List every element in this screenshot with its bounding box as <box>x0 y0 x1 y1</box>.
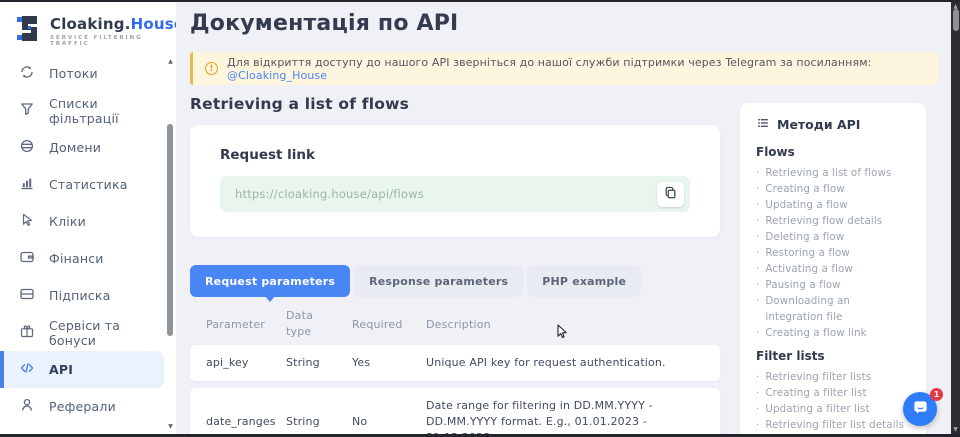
column-header-required: Required <box>352 318 426 331</box>
copy-icon <box>663 185 678 203</box>
sidebar-item-statistics[interactable]: Статистика <box>0 166 164 203</box>
sidebar-item-api[interactable]: API <box>0 351 164 388</box>
method-link[interactable]: ·Creating a flow <box>756 181 910 197</box>
column-header-data-type: Data type <box>286 308 320 341</box>
method-link[interactable]: ·Retrieving filter list details <box>756 417 910 433</box>
param-data-type: String <box>286 404 352 434</box>
sidebar-scrollbar[interactable]: ▲ ▼ <box>166 58 175 430</box>
main-content: Документація по API ! Для відкриття дост… <box>176 2 951 434</box>
chat-notification-badge: 1 <box>930 388 943 401</box>
info-icon: ! <box>205 62 218 75</box>
param-required: Yes <box>352 345 426 381</box>
sidebar-item-subscription[interactable]: Підписка <box>0 277 164 314</box>
param-description: Unique API key for request authenticatio… <box>426 345 704 381</box>
method-link[interactable]: ·Creating a filter list <box>756 385 910 401</box>
sidebar-item-label: Фінанси <box>49 251 104 266</box>
sidebar: Cloaking.House SERVICE FILTERING TRAFFIC… <box>0 2 176 434</box>
sidebar-item-flows[interactable]: Потоки <box>0 55 164 92</box>
sidebar-menu: Потоки Списки фільтрації Домени Статисти… <box>0 55 164 425</box>
param-required: No <box>352 404 426 434</box>
scroll-down-icon[interactable]: ▼ <box>951 426 960 433</box>
sidebar-item-filter-lists[interactable]: Списки фільтрації <box>0 92 164 129</box>
method-link[interactable]: ·Deleting a filter list <box>756 433 910 434</box>
tab-response-parameters[interactable]: Response parameters <box>354 265 523 297</box>
sidebar-item-label: Сервіси та бонуси <box>49 318 164 348</box>
card-icon <box>19 286 35 306</box>
cursor-icon <box>19 212 35 232</box>
method-link[interactable]: ·Updating a filter list <box>756 401 910 417</box>
column-header-description: Description <box>426 318 704 331</box>
sidebar-item-label: API <box>49 362 73 377</box>
table-header: Parameter Data type Required Description <box>190 303 720 345</box>
column-header-parameter: Parameter <box>206 318 286 331</box>
funnel-icon <box>19 101 35 121</box>
sidebar-item-label: Кліки <box>49 214 86 229</box>
sidebar-item-label: Реферали <box>49 399 116 414</box>
table-row: date_ranges String No Date range for fil… <box>190 388 720 434</box>
sidebar-item-finances[interactable]: Фінанси <box>0 240 164 277</box>
method-link[interactable]: ·Retrieving flow details <box>756 213 910 229</box>
globe-icon <box>19 138 35 158</box>
tab-request-parameters[interactable]: Request parameters <box>190 265 350 297</box>
list-icon <box>756 116 770 133</box>
logo[interactable]: Cloaking.House SERVICE FILTERING TRAFFIC <box>0 2 176 57</box>
api-access-notice: ! Для відкриття доступу до нашого API зв… <box>190 52 938 85</box>
table-row: api_key String Yes Unique API key for re… <box>190 345 720 381</box>
doc-tabs: Request parameters Response parameters P… <box>190 265 720 297</box>
doc-left-column: Request link https://cloaking.house/api/… <box>190 125 720 434</box>
sidebar-item-referrals[interactable]: Реферали <box>0 388 164 425</box>
cloaking-house-logo-icon <box>16 15 41 46</box>
param-name: api_key <box>206 345 286 381</box>
param-name: date_ranges <box>206 404 286 434</box>
copy-url-button[interactable] <box>657 182 684 207</box>
page-scrollbar[interactable]: ▲ ▼ <box>951 2 960 434</box>
bar-chart-icon <box>19 175 35 195</box>
method-link[interactable]: ·Downloading an integration file <box>756 293 910 325</box>
chat-bubble-icon <box>912 399 929 419</box>
scroll-down-icon[interactable]: ▼ <box>166 423 175 430</box>
request-link-card: Request link https://cloaking.house/api/… <box>190 125 720 237</box>
scroll-up-icon[interactable]: ▲ <box>166 58 175 65</box>
method-link[interactable]: ·Retrieving filter lists <box>756 369 910 385</box>
request-url-box: https://cloaking.house/api/flows <box>220 176 690 212</box>
method-link[interactable]: ·Creating a flow link <box>756 325 910 341</box>
sidebar-item-domains[interactable]: Домени <box>0 129 164 166</box>
methods-panel-title: Методи API <box>756 116 910 133</box>
method-link[interactable]: ·Deleting a flow <box>756 229 910 245</box>
param-description: Date range for filtering in DD.MM.YYYY -… <box>426 388 704 434</box>
param-data-type: String <box>286 345 352 381</box>
page-scrollbar-thumb[interactable] <box>953 9 959 31</box>
code-icon <box>19 360 35 380</box>
telegram-link[interactable]: @Cloaking_House <box>227 69 327 82</box>
method-link[interactable]: ·Updating a flow <box>756 197 910 213</box>
brand-name: Cloaking.House <box>50 15 184 33</box>
method-link[interactable]: ·Pausing a flow <box>756 277 910 293</box>
method-link[interactable]: ·Activating a flow <box>756 261 910 277</box>
gift-icon <box>19 323 35 343</box>
notice-text: Для відкриття доступу до нашого API звер… <box>227 56 926 82</box>
sidebar-item-label: Підписка <box>49 288 111 303</box>
api-methods-panel: Методи API Flows ·Retrieving a list of f… <box>740 103 926 434</box>
sidebar-scrollbar-thumb[interactable] <box>167 124 173 336</box>
method-link[interactable]: ·Restoring a flow <box>756 245 910 261</box>
page-title: Документація по API <box>190 11 938 36</box>
person-icon <box>19 397 35 417</box>
method-link[interactable]: ·Retrieving a list of flows <box>756 165 910 181</box>
wallet-icon <box>19 249 35 269</box>
sidebar-item-label: Домени <box>49 140 101 155</box>
request-url: https://cloaking.house/api/flows <box>235 187 657 201</box>
sidebar-item-label: Списки фільтрації <box>49 96 164 126</box>
tab-php-example[interactable]: PHP example <box>527 265 641 297</box>
brand-tagline: SERVICE FILTERING TRAFFIC <box>50 35 184 47</box>
methods-group-flows: Flows <box>756 145 910 159</box>
methods-group-filter-lists: Filter lists <box>756 349 910 363</box>
sidebar-item-clicks[interactable]: Кліки <box>0 203 164 240</box>
sidebar-item-services-bonuses[interactable]: Сервіси та бонуси <box>0 314 164 351</box>
request-link-title: Request link <box>220 147 690 163</box>
sidebar-item-label: Потоки <box>49 66 98 81</box>
sidebar-item-label: Статистика <box>49 177 128 192</box>
sync-icon <box>19 64 35 84</box>
app-window: Cloaking.House SERVICE FILTERING TRAFFIC… <box>0 0 960 437</box>
